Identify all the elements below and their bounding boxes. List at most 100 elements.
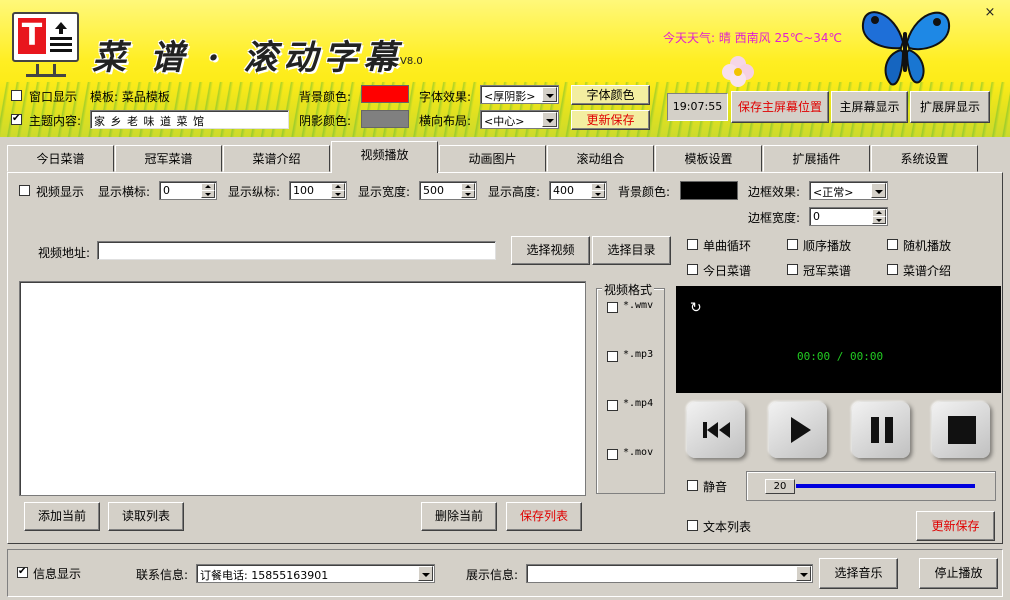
font-effect-value: <厚阴影> (484, 90, 536, 103)
video-format-group: 视频格式 (596, 281, 665, 494)
refresh-icon[interactable]: ↻ (690, 300, 702, 316)
logo-letter: T (18, 18, 46, 54)
width-spinner[interactable]: 500 (419, 181, 477, 200)
tab-menu-intro[interactable]: 菜谱介绍 (223, 145, 330, 172)
chevron-down-icon[interactable] (418, 566, 433, 581)
add-current-button[interactable]: 添加当前 (24, 502, 100, 531)
topic-input[interactable]: 家 乡 老 味 道 菜 馆 (90, 110, 289, 129)
main-display-button[interactable]: 主屏幕显示 (831, 91, 908, 123)
option-random-checkbox[interactable] (887, 239, 898, 250)
format-mp3-checkbox[interactable] (607, 351, 618, 362)
chevron-down-icon[interactable] (796, 566, 811, 581)
logo-base (26, 74, 66, 77)
option-today-menu-label: 今日菜谱 (703, 264, 752, 278)
save-main-position-button[interactable]: 保存主屏幕位置 (731, 91, 829, 123)
app-title: 菜 谱 · 滚动字幕 (92, 38, 404, 78)
tab-bar: 今日菜谱 冠军菜谱 菜谱介绍 视频播放 动画图片 滚动组合 模板设置 扩展插件 … (7, 141, 1003, 173)
option-sequential-checkbox[interactable] (787, 239, 798, 250)
volume-slider-track[interactable] (796, 484, 975, 488)
video-preview[interactable] (676, 286, 1001, 393)
tab-extensions[interactable]: 扩展插件 (763, 145, 870, 172)
select-music-button[interactable]: 选择音乐 (819, 558, 898, 589)
spin-down-icon[interactable] (872, 216, 886, 224)
option-champion-menu-checkbox[interactable] (787, 264, 798, 275)
previous-button[interactable] (687, 402, 745, 458)
show-info-select[interactable] (526, 564, 813, 583)
format-mp4-checkbox[interactable] (607, 400, 618, 411)
select-directory-button[interactable]: 选择目录 (592, 236, 671, 265)
video-playlist[interactable] (19, 281, 586, 496)
butterfly-icon (861, 11, 951, 86)
format-mov-checkbox[interactable] (607, 449, 618, 460)
select-video-button[interactable]: 选择视频 (511, 236, 590, 265)
chevron-down-icon[interactable] (871, 183, 886, 198)
tab-today-menu[interactable]: 今日菜谱 (7, 145, 114, 172)
border-effect-value: <正常> (813, 186, 854, 199)
spin-down-icon[interactable] (461, 190, 475, 198)
shadow-color-swatch[interactable] (361, 110, 409, 128)
format-wmv-label: *.wmv (623, 300, 654, 311)
video-bg-swatch[interactable] (680, 181, 738, 200)
header-update-save-button[interactable]: 更新保存 (571, 110, 650, 130)
height-spinner[interactable]: 400 (549, 181, 607, 200)
app-version: V8.0 (400, 56, 423, 67)
topic-label: 主题内容: (29, 114, 82, 128)
font-effect-label: 字体效果: (419, 90, 472, 104)
tab-champion-menu[interactable]: 冠军菜谱 (115, 145, 222, 172)
ext-display-button[interactable]: 扩展屏显示 (910, 91, 990, 123)
border-effect-label: 边框效果: (748, 185, 801, 199)
chevron-down-icon[interactable] (542, 87, 557, 102)
border-effect-select[interactable]: <正常> (809, 181, 888, 200)
h-layout-label: 横向布局: (419, 114, 472, 128)
topic-checkbox[interactable] (11, 113, 22, 125)
info-display-checkbox[interactable] (17, 566, 28, 578)
border-width-spinner[interactable]: 0 (809, 207, 888, 226)
stop-button[interactable] (932, 402, 990, 458)
spin-down-icon[interactable] (591, 190, 605, 198)
volume-slider-thumb[interactable]: 20 (765, 479, 795, 494)
panel-update-save-button[interactable]: 更新保存 (916, 511, 995, 541)
flower-icon (722, 56, 754, 87)
mute-label: 静音 (703, 480, 728, 494)
height-value: 400 (553, 184, 574, 197)
y-label: 显示纵标: (228, 185, 281, 199)
contact-select[interactable]: 订餐电话: 15855163901 (196, 564, 435, 583)
option-single-loop-checkbox[interactable] (687, 239, 698, 250)
stop-play-button[interactable]: 停止播放 (919, 558, 998, 589)
spin-down-icon[interactable] (331, 190, 345, 198)
tab-animation[interactable]: 动画图片 (439, 145, 546, 172)
shadow-color-label: 阴影颜色: (299, 114, 352, 128)
width-label: 显示宽度: (358, 185, 411, 199)
video-display-checkbox[interactable] (19, 185, 30, 196)
option-champion-menu-label: 冠军菜谱 (803, 264, 852, 278)
text-list-checkbox[interactable] (687, 520, 698, 531)
tab-system-settings[interactable]: 系统设置 (871, 145, 978, 172)
video-url-input[interactable] (97, 241, 496, 260)
chevron-down-icon[interactable] (542, 112, 557, 127)
tab-template-settings[interactable]: 模板设置 (655, 145, 762, 172)
font-effect-select[interactable]: <厚阴影> (480, 85, 559, 104)
mute-checkbox[interactable] (687, 480, 698, 491)
pause-button[interactable] (852, 402, 910, 458)
tab-scroll-combo[interactable]: 滚动组合 (547, 145, 654, 172)
spin-down-icon[interactable] (201, 190, 215, 198)
format-wmv-checkbox[interactable] (607, 302, 618, 313)
save-list-button[interactable]: 保存列表 (506, 502, 582, 531)
border-width-value: 0 (813, 210, 820, 223)
read-list-button[interactable]: 读取列表 (108, 502, 184, 531)
h-layout-select[interactable]: <中心> (480, 110, 559, 129)
option-menu-intro-checkbox[interactable] (887, 264, 898, 275)
width-value: 500 (423, 184, 444, 197)
window-display-checkbox[interactable] (11, 90, 22, 101)
delete-current-button[interactable]: 删除当前 (421, 502, 497, 531)
bg-color-swatch[interactable] (361, 85, 409, 103)
option-today-menu-checkbox[interactable] (687, 264, 698, 275)
format-mov-label: *.mov (623, 447, 654, 458)
y-spinner[interactable]: 100 (289, 181, 347, 200)
font-color-button[interactable]: 字体颜色 (571, 85, 650, 105)
x-spinner[interactable]: 0 (159, 181, 217, 200)
close-button[interactable]: × (983, 6, 997, 20)
x-label: 显示横标: (98, 185, 151, 199)
tab-video-play[interactable]: 视频播放 (331, 141, 438, 173)
play-button[interactable] (769, 402, 827, 458)
